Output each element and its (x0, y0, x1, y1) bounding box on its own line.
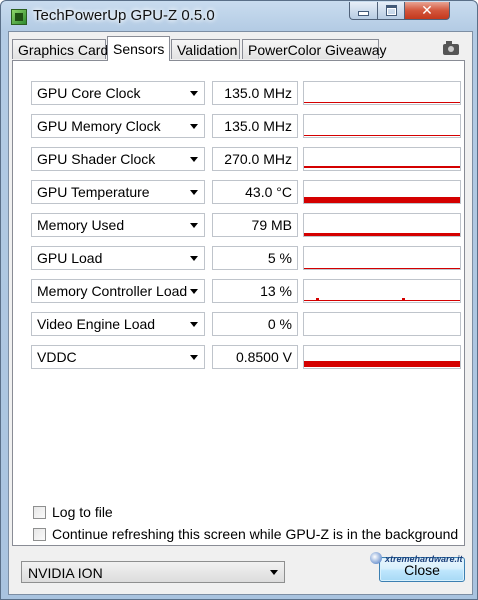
graph-fill (304, 361, 460, 367)
tab-graphics-card[interactable]: Graphics Card (12, 39, 109, 59)
sensor-value: 135.0 MHz (212, 81, 298, 105)
sensor-value: 0 % (212, 312, 298, 336)
sensor-graph (303, 312, 461, 336)
sensor-graph (303, 114, 461, 138)
chevron-down-icon (190, 124, 198, 129)
graph-line (304, 102, 460, 103)
chevron-down-icon (190, 256, 198, 261)
minimize-button[interactable] (349, 2, 378, 20)
graph-fill (304, 197, 460, 203)
graph-line (304, 300, 460, 301)
sensor-select[interactable]: GPU Temperature (31, 180, 205, 204)
close-icon: ✕ (421, 2, 433, 18)
gpu-select[interactable]: NVIDIA ION (21, 561, 285, 583)
sensor-select[interactable]: Video Engine Load (31, 312, 205, 336)
graph-spike (316, 298, 319, 300)
watermark: xtremehardware.it (385, 554, 463, 564)
sensor-graph (303, 180, 461, 204)
gpuz-window: TechPowerUp GPU-Z 0.5.0 ✕ Graphics Card … (0, 0, 478, 600)
tab-sensors[interactable]: Sensors (107, 36, 170, 61)
chevron-down-icon (190, 289, 198, 294)
sensor-name: VDDC (37, 349, 77, 365)
sensor-value: 43.0 °C (212, 180, 298, 204)
chevron-down-icon (190, 190, 198, 195)
sensor-name: GPU Load (37, 250, 103, 266)
sensor-graph (303, 213, 461, 237)
sensor-value: 5 % (212, 246, 298, 270)
camera-icon[interactable] (443, 41, 459, 55)
graph-spike (402, 298, 405, 300)
sensor-graph (303, 345, 461, 369)
continue-refresh-checkbox[interactable] (33, 527, 46, 541)
sensor-name: Memory Used (37, 217, 125, 233)
sensor-select[interactable]: Memory Controller Load (31, 279, 205, 303)
minimize-icon (358, 11, 369, 16)
sensor-graph (303, 279, 461, 303)
tab-powercolor-giveaway[interactable]: PowerColor Giveaway (242, 39, 387, 59)
sensor-select[interactable]: GPU Shader Clock (31, 147, 205, 171)
sensor-select[interactable]: VDDC (31, 345, 205, 369)
chevron-down-icon (190, 322, 198, 327)
title-bar[interactable]: TechPowerUp GPU-Z 0.5.0 ✕ (1, 1, 477, 31)
sensor-value: 79 MB (212, 213, 298, 237)
sensor-select[interactable]: GPU Load (31, 246, 205, 270)
chevron-down-icon (190, 355, 198, 360)
graph-line (304, 135, 460, 136)
client-area: Graphics Card Sensors Validation PowerCo… (8, 31, 473, 595)
sensor-name: GPU Shader Clock (37, 151, 156, 167)
maximize-icon (385, 5, 397, 16)
chevron-down-icon (190, 223, 198, 228)
window-close-button[interactable]: ✕ (404, 2, 450, 20)
tab-label: Graphics Card (18, 42, 109, 58)
chevron-down-icon (190, 157, 198, 162)
log-to-file-label: Log to file (52, 504, 113, 520)
sensor-value: 13 % (212, 279, 298, 303)
sensor-value: 270.0 MHz (212, 147, 298, 171)
watermark-logo-icon (370, 552, 382, 564)
sensor-value: 0.8500 V (212, 345, 298, 369)
gpu-select-value: NVIDIA ION (28, 565, 103, 581)
continue-refresh-option[interactable]: Continue refreshing this screen while GP… (33, 525, 458, 543)
graph-line (304, 268, 460, 269)
sensor-name: Memory Controller Load (37, 283, 188, 299)
sensor-graph (303, 81, 461, 105)
sensor-graph (303, 147, 461, 171)
tab-label: Validation (177, 42, 238, 58)
graph-line (304, 166, 460, 168)
chevron-down-icon (190, 91, 198, 96)
sensor-select[interactable]: GPU Core Clock (31, 81, 205, 105)
sensor-name: GPU Core Clock (37, 85, 141, 101)
sensors-panel: GPU Core Clock 135.0 MHz GPU Memory Cloc… (12, 60, 465, 546)
tab-validation[interactable]: Validation (171, 39, 240, 59)
continue-refresh-label: Continue refreshing this screen while GP… (52, 526, 459, 542)
log-to-file-option[interactable]: Log to file (33, 503, 113, 521)
tab-label: PowerColor Giveaway (248, 42, 387, 58)
graph-fill (304, 233, 460, 236)
chevron-down-icon (270, 570, 278, 575)
gpuz-app-icon[interactable] (11, 9, 27, 25)
tab-label: Sensors (113, 41, 165, 57)
sensor-name: Video Engine Load (37, 316, 156, 332)
window-title: TechPowerUp GPU-Z 0.5.0 (33, 7, 215, 24)
maximize-button[interactable] (377, 2, 405, 20)
sensor-name: GPU Temperature (37, 184, 150, 200)
sensor-name: GPU Memory Clock (37, 118, 161, 134)
sensor-select[interactable]: Memory Used (31, 213, 205, 237)
sensor-graph (303, 246, 461, 270)
sensor-value: 135.0 MHz (212, 114, 298, 138)
log-to-file-checkbox[interactable] (33, 505, 46, 519)
sensor-select[interactable]: GPU Memory Clock (31, 114, 205, 138)
